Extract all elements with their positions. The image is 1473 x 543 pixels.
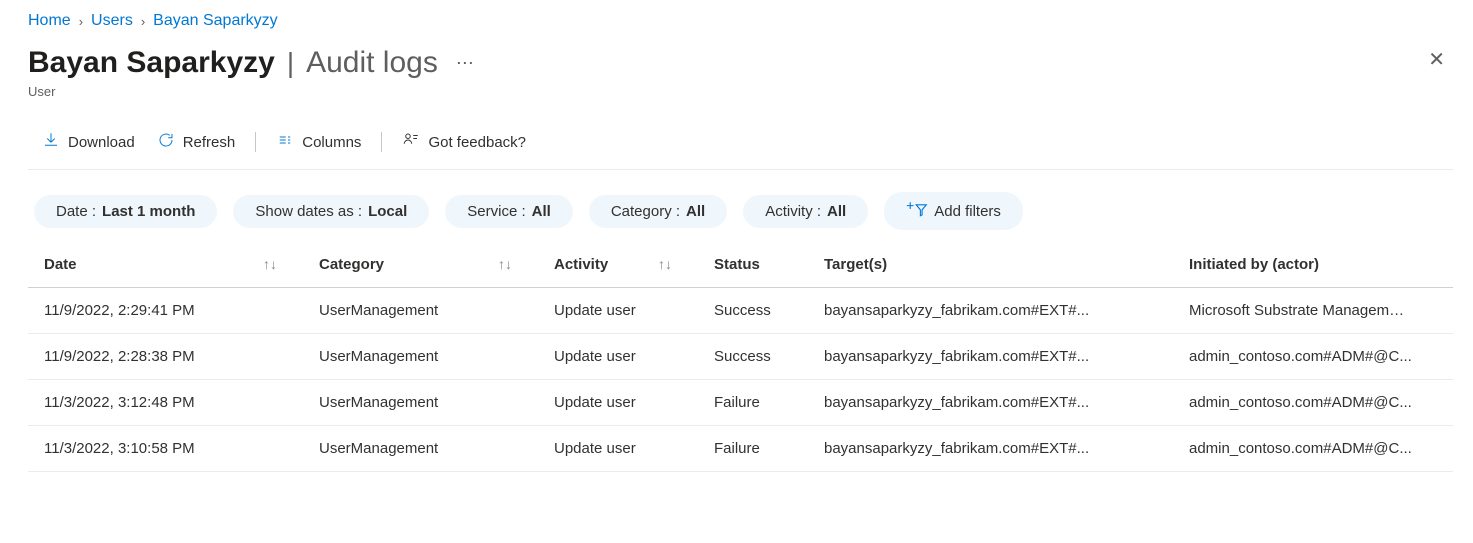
entity-type-label: User bbox=[28, 84, 1420, 99]
sort-icon: ↑↓ bbox=[652, 256, 672, 272]
feedback-button[interactable]: Got feedback? bbox=[400, 127, 528, 157]
breadcrumb-users[interactable]: Users bbox=[91, 12, 133, 30]
page-title: Bayan Saparkyzy bbox=[28, 46, 275, 80]
cell-targets: bayansaparkyzy_fabrikam.com#EXT#... bbox=[808, 426, 1173, 472]
columns-button[interactable]: Columns bbox=[274, 127, 363, 157]
chevron-right-icon: › bbox=[141, 14, 145, 29]
cell-date: 11/3/2022, 3:12:48 PM bbox=[28, 380, 303, 426]
cell-actor: admin_contoso.com#ADM#@C... bbox=[1173, 426, 1453, 472]
filter-service-value: All bbox=[532, 203, 551, 220]
cell-activity: Update user bbox=[538, 334, 698, 380]
cell-actor: admin_contoso.com#ADM#@C... bbox=[1173, 334, 1453, 380]
col-header-date[interactable]: Date ↑↓ bbox=[28, 242, 303, 288]
cell-status: Success bbox=[698, 288, 808, 334]
filter-service[interactable]: Service : All bbox=[445, 195, 573, 228]
filter-showdates-label: Show dates as : bbox=[255, 203, 362, 220]
cell-targets: bayansaparkyzy_fabrikam.com#EXT#... bbox=[808, 288, 1173, 334]
cell-date: 11/9/2022, 2:28:38 PM bbox=[28, 334, 303, 380]
chevron-right-icon: › bbox=[79, 14, 83, 29]
add-filter-icon bbox=[906, 200, 928, 222]
col-header-status[interactable]: Status bbox=[698, 242, 808, 288]
title-separator: | bbox=[287, 47, 294, 79]
close-button[interactable]: ✕ bbox=[1420, 46, 1453, 74]
col-header-category-label: Category bbox=[319, 256, 384, 273]
feedback-icon bbox=[402, 131, 420, 153]
filter-activity-label: Activity : bbox=[765, 203, 821, 220]
col-header-actor[interactable]: Initiated by (actor) bbox=[1173, 242, 1453, 288]
page-subtitle: Audit logs bbox=[306, 46, 438, 80]
cell-category: UserManagement bbox=[303, 426, 538, 472]
toolbar-separator bbox=[381, 132, 382, 152]
cell-category: UserManagement bbox=[303, 334, 538, 380]
cell-activity: Update user bbox=[538, 288, 698, 334]
cell-targets: bayansaparkyzy_fabrikam.com#EXT#... bbox=[808, 334, 1173, 380]
breadcrumb-current[interactable]: Bayan Saparkyzy bbox=[153, 12, 278, 30]
cell-date: 11/3/2022, 3:10:58 PM bbox=[28, 426, 303, 472]
col-header-activity-label: Activity bbox=[554, 256, 608, 273]
col-header-status-label: Status bbox=[714, 256, 760, 273]
col-header-targets[interactable]: Target(s) bbox=[808, 242, 1173, 288]
sort-icon: ↑↓ bbox=[492, 256, 512, 272]
table-body: 11/9/2022, 2:29:41 PMUserManagementUpdat… bbox=[28, 288, 1453, 472]
breadcrumb-home[interactable]: Home bbox=[28, 12, 71, 30]
cell-status: Success bbox=[698, 334, 808, 380]
filter-date-value: Last 1 month bbox=[102, 203, 195, 220]
filter-activity-value: All bbox=[827, 203, 846, 220]
refresh-label: Refresh bbox=[183, 134, 236, 151]
add-filters-button[interactable]: Add filters bbox=[884, 192, 1023, 230]
feedback-label: Got feedback? bbox=[428, 134, 526, 151]
columns-icon bbox=[276, 131, 294, 153]
col-header-category[interactable]: Category ↑↓ bbox=[303, 242, 538, 288]
cell-activity: Update user bbox=[538, 426, 698, 472]
refresh-icon bbox=[157, 131, 175, 153]
filter-date-label: Date : bbox=[56, 203, 96, 220]
cell-activity: Update user bbox=[538, 380, 698, 426]
cell-category: UserManagement bbox=[303, 380, 538, 426]
col-header-targets-label: Target(s) bbox=[824, 256, 887, 273]
filter-showdates[interactable]: Show dates as : Local bbox=[233, 195, 429, 228]
download-label: Download bbox=[68, 134, 135, 151]
download-icon bbox=[42, 131, 60, 153]
filter-category-value: All bbox=[686, 203, 705, 220]
table-row[interactable]: 11/9/2022, 2:28:38 PMUserManagementUpdat… bbox=[28, 334, 1453, 380]
filter-bar: Date : Last 1 month Show dates as : Loca… bbox=[34, 192, 1453, 230]
filter-category-label: Category : bbox=[611, 203, 680, 220]
more-actions-button[interactable]: ⋯ bbox=[450, 50, 481, 76]
table-header-row: Date ↑↓ Category ↑↓ Activity ↑↓ Status T… bbox=[28, 242, 1453, 288]
refresh-button[interactable]: Refresh bbox=[155, 127, 238, 157]
filter-activity[interactable]: Activity : All bbox=[743, 195, 868, 228]
table-row[interactable]: 11/3/2022, 3:10:58 PMUserManagementUpdat… bbox=[28, 426, 1453, 472]
filter-showdates-value: Local bbox=[368, 203, 407, 220]
cell-status: Failure bbox=[698, 426, 808, 472]
cell-status: Failure bbox=[698, 380, 808, 426]
add-filters-label: Add filters bbox=[934, 203, 1001, 220]
filter-category[interactable]: Category : All bbox=[589, 195, 727, 228]
download-button[interactable]: Download bbox=[40, 127, 137, 157]
col-header-actor-label: Initiated by (actor) bbox=[1189, 256, 1319, 273]
cell-date: 11/9/2022, 2:29:41 PM bbox=[28, 288, 303, 334]
col-header-activity[interactable]: Activity ↑↓ bbox=[538, 242, 698, 288]
cell-category: UserManagement bbox=[303, 288, 538, 334]
breadcrumb: Home › Users › Bayan Saparkyzy bbox=[28, 12, 1453, 30]
table-row[interactable]: 11/9/2022, 2:29:41 PMUserManagementUpdat… bbox=[28, 288, 1453, 334]
cell-targets: bayansaparkyzy_fabrikam.com#EXT#... bbox=[808, 380, 1173, 426]
columns-label: Columns bbox=[302, 134, 361, 151]
sort-icon: ↑↓ bbox=[257, 256, 277, 272]
toolbar-separator bbox=[255, 132, 256, 152]
audit-log-table: Date ↑↓ Category ↑↓ Activity ↑↓ Status T… bbox=[28, 242, 1453, 472]
cell-actor: admin_contoso.com#ADM#@C... bbox=[1173, 380, 1453, 426]
filter-service-label: Service : bbox=[467, 203, 525, 220]
cell-actor: Microsoft Substrate Managem… bbox=[1173, 288, 1453, 334]
filter-date[interactable]: Date : Last 1 month bbox=[34, 195, 217, 228]
col-header-date-label: Date bbox=[44, 256, 77, 273]
table-row[interactable]: 11/3/2022, 3:12:48 PMUserManagementUpdat… bbox=[28, 380, 1453, 426]
toolbar: Download Refresh Columns Got feedback? bbox=[28, 121, 1453, 170]
